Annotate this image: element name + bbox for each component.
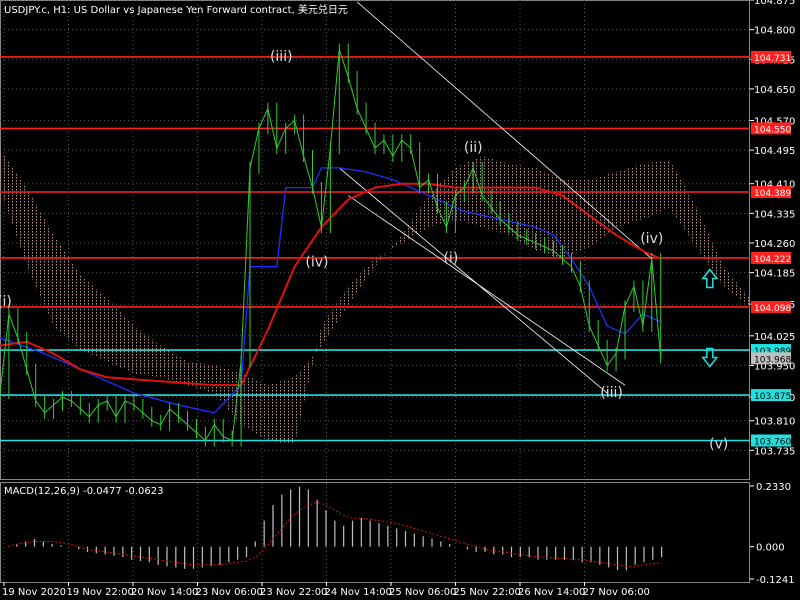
x-tick-label: 24 Nov 14:00	[325, 587, 392, 598]
resistance-price-tag: 104.550	[754, 125, 791, 135]
wave-label: (v)	[709, 436, 728, 452]
current-price-tag: 103.968	[754, 355, 791, 365]
resistance-price-tag: 104.389	[754, 189, 791, 199]
macd-y-tick-label: 0.2330	[756, 482, 791, 493]
y-tick-label: 104.495	[754, 146, 795, 157]
x-tick-label: 20 Nov 14:00	[131, 587, 198, 598]
wave-label: (iv)	[640, 231, 663, 247]
support-price-tag: 103.875	[754, 392, 791, 402]
x-tick-label: 26 Nov 14:00	[518, 587, 585, 598]
x-tick-label: 25 Nov 06:00	[389, 587, 456, 598]
x-tick-label: 19 Nov 2020	[2, 587, 66, 598]
y-tick-label: 104.260	[754, 239, 795, 250]
y-tick-label: 104.025	[754, 332, 795, 343]
resistance-price-tag: 104.098	[754, 304, 791, 314]
y-tick-label: 104.335	[754, 209, 795, 220]
support-price-tag: 103.760	[754, 437, 791, 447]
y-tick-label: 103.810	[754, 417, 795, 428]
y-tick-label: 103.735	[754, 446, 795, 457]
y-tick-label: 104.185	[754, 269, 795, 280]
y-tick-label: 104.875	[754, 0, 795, 7]
x-tick-label: 19 Nov 22:00	[67, 587, 134, 598]
resistance-price-tag: 104.731	[754, 54, 791, 64]
wave-label: (iii)	[600, 385, 623, 401]
wave-label: (i)	[443, 251, 458, 267]
wave-label: (iii)	[270, 49, 293, 65]
wave-label: (i)	[0, 294, 12, 310]
macd-title: MACD(12,26,9) -0.0477 -0.0623	[4, 486, 164, 497]
resistance-price-tag: 104.222	[754, 255, 791, 265]
chart-title: USDJPY.c, H1: US Dollar vs Japanese Yen …	[4, 3, 348, 16]
macd-y-tick-label: -0.1241	[756, 575, 795, 586]
x-tick-label: 25 Nov 22:00	[454, 587, 521, 598]
wave-label: (ii)	[464, 140, 483, 156]
wave-label: (iv)	[305, 255, 328, 271]
x-tick-label: 23 Nov 22:00	[260, 587, 327, 598]
macd-y-tick-label: 0.000	[756, 543, 785, 554]
forex-chart[interactable]: (i)(iii)(iv)(v)(i)(ii)(iii)(iv)(v) 104.8…	[0, 0, 800, 600]
y-tick-label: 104.800	[754, 26, 795, 37]
y-tick-label: 104.650	[754, 85, 795, 96]
x-tick-label: 23 Nov 06:00	[196, 587, 263, 598]
x-tick-label: 27 Nov 06:00	[583, 587, 650, 598]
